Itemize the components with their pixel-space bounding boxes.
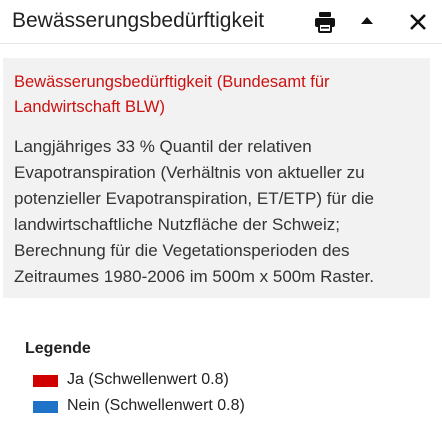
legend-label: Ja (Schwellenwert 0.8)	[67, 371, 229, 388]
collapse-icon	[361, 17, 373, 24]
print-icon	[315, 12, 335, 33]
collapse-button[interactable]	[355, 10, 379, 34]
close-icon	[410, 14, 426, 30]
panel-title: Bewässerungsbedürftigkeit	[12, 9, 265, 32]
layer-source: Bewässerungsbedürftigkeit (Bundesamt für…	[14, 73, 330, 116]
legend-swatch-red	[33, 375, 58, 387]
layer-description: Langjähriges 33 % Quantil der relativen …	[14, 137, 375, 286]
print-button[interactable]	[313, 10, 337, 34]
panel-header: Bewässerungsbedürftigkeit	[0, 0, 442, 44]
layer-info-box: Bewässerungsbedürftigkeit (Bundesamt für…	[3, 58, 430, 298]
close-button[interactable]	[406, 10, 430, 34]
legend-label: Nein (Schwellenwert 0.8)	[67, 397, 245, 414]
legend-swatch-blue	[33, 401, 58, 413]
legend-title: Legende	[25, 340, 91, 357]
